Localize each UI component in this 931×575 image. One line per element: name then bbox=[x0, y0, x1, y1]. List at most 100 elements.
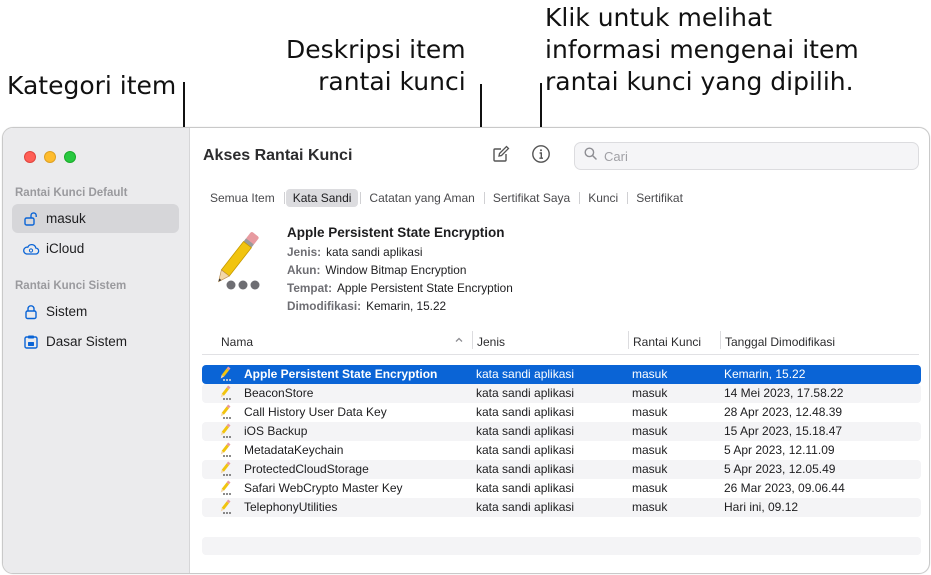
row-name: iOS Backup bbox=[244, 424, 308, 438]
row-keychain: masuk bbox=[632, 462, 668, 476]
row-kind: kata sandi aplikasi bbox=[476, 386, 575, 400]
new-item-button[interactable] bbox=[490, 145, 512, 167]
sidebar-item-label: iCloud bbox=[46, 241, 85, 256]
row-kind: kata sandi aplikasi bbox=[476, 367, 575, 381]
row-kind: kata sandi aplikasi bbox=[476, 500, 575, 514]
row-modified: 14 Mei 2023, 17.58.22 bbox=[724, 386, 844, 400]
row-name: MetadataKeychain bbox=[244, 443, 344, 457]
detail-modified-value: Kemarin, 15.22 bbox=[366, 299, 447, 313]
callout-info-line2: informasi mengenai item bbox=[545, 35, 859, 64]
tab-sertifikat-saya[interactable]: Sertifikat Saya bbox=[486, 189, 577, 207]
sidebar-heading-default: Rantai Kunci Default bbox=[15, 187, 128, 199]
column-header-modified[interactable]: Tanggal Dimodifikasi bbox=[725, 330, 835, 354]
column-divider[interactable] bbox=[472, 331, 473, 349]
padlock-icon bbox=[22, 303, 40, 321]
detail-kind: Jenis: kata sandi aplikasi bbox=[287, 245, 423, 259]
table-row[interactable]: BeaconStore kata sandi aplikasi masuk 14… bbox=[202, 384, 921, 403]
sidebar: Rantai Kunci Default masuk iCloud Rantai… bbox=[3, 128, 190, 573]
pencil-key-icon bbox=[217, 442, 233, 458]
row-kind: kata sandi aplikasi bbox=[476, 481, 575, 495]
column-header-name[interactable]: Nama bbox=[221, 330, 467, 354]
column-header-kind[interactable]: Jenis bbox=[477, 330, 505, 354]
column-divider[interactable] bbox=[628, 331, 629, 349]
callout-item-description-line1: Deskripsi item bbox=[286, 35, 466, 64]
row-keychain: masuk bbox=[632, 481, 668, 495]
search-input[interactable] bbox=[604, 148, 904, 164]
row-kind: kata sandi aplikasi bbox=[476, 405, 575, 419]
detail-account-label: Akun: bbox=[287, 263, 321, 277]
tab-divider bbox=[360, 192, 362, 204]
tab-divider bbox=[579, 192, 581, 204]
table-row[interactable]: ProtectedCloudStorage kata sandi aplikas… bbox=[202, 460, 921, 479]
row-name: Call History User Data Key bbox=[244, 405, 387, 419]
row-modified: 15 Apr 2023, 15.18.47 bbox=[724, 424, 843, 438]
row-keychain: masuk bbox=[632, 500, 668, 514]
row-keychain: masuk bbox=[632, 386, 668, 400]
password-item-icon bbox=[205, 228, 269, 294]
callout-item-description-line2: rantai kunci bbox=[318, 67, 466, 96]
category-tabs: Semua Item Kata Sandi Catatan yang Aman … bbox=[203, 188, 691, 208]
table-row[interactable]: Apple Persistent State Encryption kata s… bbox=[202, 365, 921, 384]
column-header-keychain[interactable]: Rantai Kunci bbox=[633, 330, 701, 354]
callout-info-line3: rantai kunci yang dipilih. bbox=[545, 67, 854, 96]
row-modified: 28 Apr 2023, 12.48.39 bbox=[724, 405, 843, 419]
compose-icon bbox=[491, 144, 511, 169]
row-name: ProtectedCloudStorage bbox=[244, 462, 369, 476]
row-keychain: masuk bbox=[632, 443, 668, 457]
callout-info-button: Klik untuk melihat informasi mengenai it… bbox=[545, 2, 859, 98]
row-keychain: masuk bbox=[632, 405, 668, 419]
empty-table-row bbox=[202, 537, 921, 555]
column-header-label: Jenis bbox=[477, 335, 506, 349]
row-kind: kata sandi aplikasi bbox=[476, 462, 575, 476]
tab-semua-item[interactable]: Semua Item bbox=[203, 189, 282, 207]
header-divider bbox=[202, 354, 919, 355]
tab-kunci[interactable]: Kunci bbox=[581, 189, 625, 207]
detail-where-label: Tempat: bbox=[287, 281, 333, 295]
table-row[interactable]: MetadataKeychain kata sandi aplikasi mas… bbox=[202, 441, 921, 460]
pencil-key-icon bbox=[217, 499, 233, 515]
table-row[interactable]: Call History User Data Key kata sandi ap… bbox=[202, 403, 921, 422]
column-divider[interactable] bbox=[720, 331, 721, 349]
tab-sertifikat[interactable]: Sertifikat bbox=[629, 189, 690, 207]
callout-info-line1: Klik untuk melihat bbox=[545, 3, 773, 32]
column-header-label: Nama bbox=[221, 335, 254, 349]
info-button[interactable] bbox=[530, 144, 552, 169]
search-icon bbox=[584, 147, 597, 165]
table-row[interactable]: Safari WebCrypto Master Key kata sandi a… bbox=[202, 479, 921, 498]
row-keychain: masuk bbox=[632, 424, 668, 438]
zoom-window-button[interactable] bbox=[64, 151, 76, 163]
row-kind: kata sandi aplikasi bbox=[476, 424, 575, 438]
sidebar-item-masuk[interactable]: masuk bbox=[12, 204, 179, 233]
sidebar-item-label: Dasar Sistem bbox=[46, 334, 128, 349]
table-row[interactable]: TelephonyUtilities kata sandi aplikasi m… bbox=[202, 498, 921, 517]
detail-kind-label: Jenis: bbox=[287, 245, 322, 259]
column-header-label: Rantai Kunci bbox=[633, 335, 702, 349]
system-roots-icon bbox=[22, 333, 40, 351]
detail-modified-label: Dimodifikasi: bbox=[287, 299, 362, 313]
sidebar-item-dasar-sistem[interactable]: Dasar Sistem bbox=[12, 327, 179, 356]
callout-item-description: Deskripsi item rantai kunci bbox=[286, 34, 466, 98]
detail-kind-value: kata sandi aplikasi bbox=[326, 245, 423, 259]
tab-kata-sandi[interactable]: Kata Sandi bbox=[285, 189, 359, 207]
cloud-icon bbox=[22, 240, 40, 258]
row-name: Safari WebCrypto Master Key bbox=[244, 481, 403, 495]
sidebar-heading-system: Rantai Kunci Sistem bbox=[15, 280, 127, 292]
tab-divider bbox=[483, 192, 485, 204]
row-modified: 5 Apr 2023, 12.11.09 bbox=[724, 443, 835, 457]
pencil-key-icon bbox=[217, 480, 233, 496]
tab-catatan-aman[interactable]: Catatan yang Aman bbox=[362, 189, 481, 207]
table-row[interactable]: iOS Backup kata sandi aplikasi masuk 15 … bbox=[202, 422, 921, 441]
sidebar-item-label: Sistem bbox=[46, 304, 88, 319]
info-icon bbox=[531, 144, 551, 169]
detail-where: Tempat: Apple Persistent State Encryption bbox=[287, 281, 513, 295]
unlocked-padlock-icon bbox=[22, 210, 40, 228]
detail-account: Akun: Window Bitmap Encryption bbox=[287, 263, 466, 277]
minimize-window-button[interactable] bbox=[44, 151, 56, 163]
row-modified: Hari ini, 09.12 bbox=[724, 500, 799, 514]
sidebar-item-sistem[interactable]: Sistem bbox=[12, 297, 179, 326]
row-name: Apple Persistent State Encryption bbox=[244, 367, 438, 381]
search-field[interactable] bbox=[574, 142, 919, 170]
close-window-button[interactable] bbox=[24, 151, 36, 163]
detail-title: Apple Persistent State Encryption bbox=[287, 225, 505, 240]
sidebar-item-icloud[interactable]: iCloud bbox=[12, 234, 179, 263]
